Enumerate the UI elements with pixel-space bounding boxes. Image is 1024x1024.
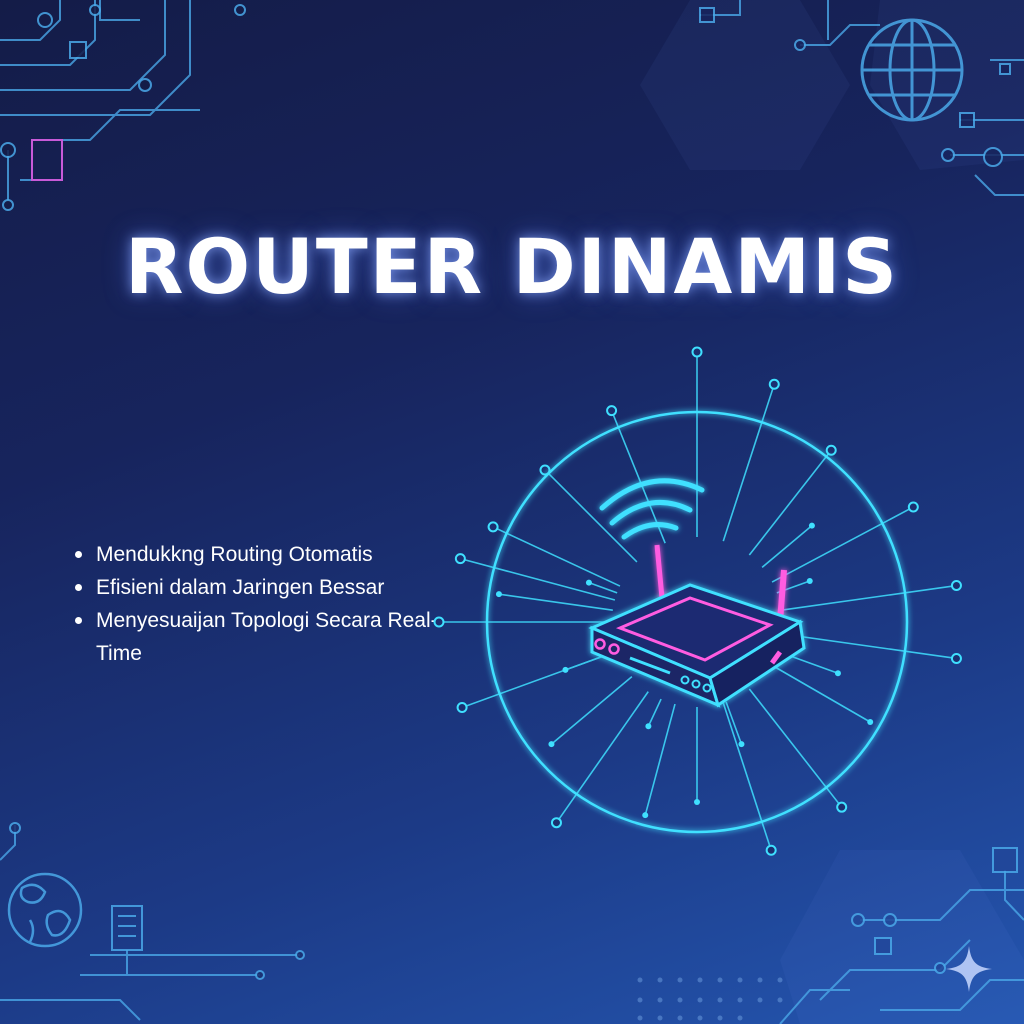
bullet-icon — [75, 584, 82, 591]
router-icon — [588, 544, 806, 708]
signal-ray — [550, 676, 633, 745]
signal-ray — [498, 593, 613, 611]
list-item: Efisieni dalam Jaringen Bessar — [70, 571, 450, 604]
feature-text: Mendukkng Routing Otomatis — [96, 543, 373, 566]
list-item: Menyesuaijan Topologi Secara Real-Time — [70, 604, 450, 670]
signal-ray — [781, 633, 957, 660]
router-network-diagram — [433, 346, 962, 856]
signal-node — [642, 812, 649, 819]
signal-ray — [748, 688, 843, 808]
signal-ray — [555, 691, 649, 824]
signal-node — [836, 801, 848, 813]
signal-node — [548, 741, 555, 748]
sparkle-icon — [946, 946, 992, 992]
signal-node — [950, 580, 962, 592]
signal-node — [808, 522, 815, 529]
bullet-icon — [75, 551, 82, 558]
signal-node — [867, 719, 874, 725]
signal-ray — [644, 703, 676, 816]
signal-node — [606, 405, 618, 417]
signal-node — [907, 501, 919, 513]
list-item: Mendukkng Routing Otomatis — [70, 538, 450, 571]
signal-ray — [588, 581, 618, 594]
signal-ray — [647, 698, 662, 727]
signal-node — [691, 346, 703, 358]
feature-list: Mendukkng Routing Otomatis Efisieni dala… — [70, 538, 450, 670]
bullet-icon — [75, 617, 82, 624]
signal-ray — [722, 383, 776, 542]
signal-node — [645, 723, 652, 730]
signal-node — [738, 741, 745, 748]
page-title: ROUTER DINAMIS — [124, 222, 899, 311]
signal-node — [562, 666, 569, 673]
signal-node — [454, 553, 466, 565]
signal-node — [694, 799, 700, 805]
signal-node — [768, 378, 780, 390]
signal-node — [495, 591, 502, 598]
signal-ray — [781, 584, 957, 611]
signal-node — [433, 616, 445, 628]
signal-node — [950, 652, 962, 664]
signal-node — [834, 670, 841, 677]
signal-ray — [725, 701, 743, 745]
signal-node — [550, 817, 562, 829]
signal-node — [585, 579, 592, 586]
feature-text: Menyesuaijan Topologi Secara Real-Time — [96, 609, 438, 665]
signal-node — [487, 521, 499, 533]
feature-text: Efisieni dalam Jaringen Bessar — [96, 576, 385, 599]
signal-ray — [748, 449, 832, 556]
signal-node — [765, 844, 777, 856]
signal-node — [456, 702, 468, 714]
signal-node — [806, 577, 813, 584]
signal-node — [825, 444, 837, 456]
signal-ray — [492, 526, 621, 587]
signal-ray — [770, 663, 871, 723]
signal-ray — [761, 524, 813, 568]
signal-ray — [460, 557, 616, 601]
